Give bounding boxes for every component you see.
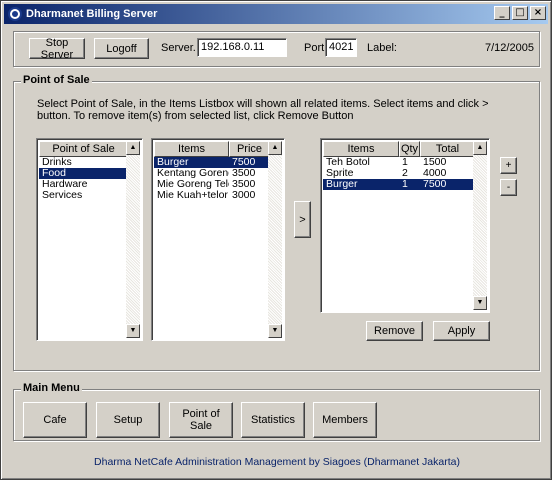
setup-button[interactable]: Setup: [96, 402, 160, 438]
list-cell: Hardware: [42, 179, 88, 190]
selected-rows: Teh Botol 1 1500 Sprite 2 4000 Burger 1 7500: [323, 157, 475, 190]
apply-button[interactable]: Apply: [433, 321, 490, 341]
logoff-button[interactable]: Logoff: [94, 38, 149, 59]
vertical-scrollbar[interactable]: ▲ ▼: [268, 141, 282, 338]
list-cell: Services: [42, 190, 83, 201]
members-button[interactable]: Members: [313, 402, 377, 438]
list-cell: 3500: [232, 168, 256, 179]
app-icon: [8, 7, 22, 21]
list-cell: Sprite: [326, 168, 354, 179]
window-controls: _ □ ×: [494, 6, 546, 20]
list-cell: Teh Botol: [326, 157, 370, 168]
stop-server-button[interactable]: Stop Server: [29, 37, 85, 61]
main-window: Dharmanet Billing Server _ □ × Stop Serv…: [0, 0, 552, 480]
column-header-qty[interactable]: Qty: [399, 141, 420, 157]
vertical-scrollbar[interactable]: ▲ ▼: [126, 141, 140, 338]
list-cell: Mie Goreng Telor: [157, 179, 229, 190]
server-address-field[interactable]: 192.168.0.11: [197, 38, 287, 57]
list-item[interactable]: Burger 1 7500: [323, 179, 475, 190]
list-cell: 1: [402, 179, 408, 190]
list-item[interactable]: Mie Kuah+telor 3000: [154, 190, 270, 201]
list-cell: Food: [42, 168, 66, 179]
scroll-down-arrow-icon[interactable]: ▼: [473, 296, 487, 310]
scroll-down-arrow-icon[interactable]: ▼: [126, 324, 140, 338]
main-menu-title: Main Menu: [21, 382, 82, 394]
column-header-point-of-sale[interactable]: Point of Sale: [39, 141, 128, 157]
list-cell: Burger: [157, 157, 189, 168]
vertical-scrollbar[interactable]: ▲ ▼: [473, 141, 487, 310]
pos-category-list[interactable]: Point of Sale Drinks Food Hardware Services…: [36, 138, 143, 341]
selected-list-header: Items Qty Total: [323, 141, 475, 157]
column-header-items[interactable]: Items: [323, 141, 399, 157]
list-cell: 3000: [232, 190, 256, 201]
port-field[interactable]: 4021: [325, 38, 357, 57]
list-item[interactable]: Teh Botol 1 1500: [323, 157, 475, 168]
list-item[interactable]: Burger 7500: [154, 157, 270, 168]
list-item[interactable]: Hardware: [39, 179, 128, 190]
scroll-up-arrow-icon[interactable]: ▲: [473, 141, 487, 155]
window-title: Dharmanet Billing Server: [26, 8, 158, 20]
column-header-price[interactable]: Price: [229, 141, 270, 157]
list-cell: Drinks: [42, 157, 72, 168]
server-label: Server.: [161, 42, 196, 54]
category-rows: Drinks Food Hardware Services: [39, 157, 128, 201]
maximize-button[interactable]: □: [512, 6, 528, 20]
list-item[interactable]: Drinks: [39, 157, 128, 168]
list-item[interactable]: Kentang Goreng 3500: [154, 168, 270, 179]
items-list-header: Items Price: [154, 141, 270, 157]
list-cell: 3500: [232, 179, 256, 190]
close-button[interactable]: ×: [530, 6, 546, 20]
items-rows: Burger 7500 Kentang Goreng 3500 Mie Goreng T…: [154, 157, 270, 201]
list-item[interactable]: Services: [39, 190, 128, 201]
statistics-button[interactable]: Statistics: [241, 402, 305, 438]
list-cell: 2: [402, 168, 408, 179]
point-of-sale-title: Point of Sale: [21, 74, 92, 86]
category-list-header: Point of Sale: [39, 141, 128, 157]
selected-items-list[interactable]: Items Qty Total Teh Botol 1 1500 Sprite 2 400…: [320, 138, 490, 313]
items-list[interactable]: Items Price Burger 7500 Kentang Goreng 3500…: [151, 138, 285, 341]
cafe-button[interactable]: Cafe: [23, 402, 87, 438]
add-item-button[interactable]: >: [294, 201, 311, 238]
list-item[interactable]: Sprite 2 4000: [323, 168, 475, 179]
minimize-button[interactable]: _: [494, 6, 510, 20]
list-cell: Kentang Goreng: [157, 168, 229, 179]
scroll-down-arrow-icon[interactable]: ▼: [268, 324, 282, 338]
list-cell: 1500: [423, 157, 447, 168]
list-cell: 7500: [232, 157, 256, 168]
increase-qty-button[interactable]: +: [500, 157, 517, 174]
footer-credit: Dharma NetCafe Administration Management…: [94, 456, 460, 468]
decrease-qty-button[interactable]: -: [500, 179, 517, 196]
port-label: Port: [304, 42, 325, 54]
list-cell: 4000: [423, 168, 447, 179]
list-cell: 1: [402, 157, 408, 168]
column-header-total[interactable]: Total: [420, 141, 475, 157]
point-of-sale-button[interactable]: Point of Sale: [169, 402, 233, 438]
date-display: 7/12/2005: [485, 42, 534, 54]
scroll-up-arrow-icon[interactable]: ▲: [126, 141, 140, 155]
column-header-items[interactable]: Items: [154, 141, 229, 157]
list-cell: Mie Kuah+telor: [157, 190, 228, 201]
list-cell: 7500: [423, 179, 447, 190]
instructions-text: Select Point of Sale, in the Items Listb…: [37, 98, 489, 122]
scroll-up-arrow-icon[interactable]: ▲: [268, 141, 282, 155]
label-label: Label:: [367, 42, 397, 54]
list-item[interactable]: Mie Goreng Telor3500: [154, 179, 270, 190]
list-item[interactable]: Food: [39, 168, 128, 179]
list-cell: Burger: [326, 179, 358, 190]
title-bar[interactable]: Dharmanet Billing Server _ □ ×: [4, 4, 548, 24]
remove-button[interactable]: Remove: [366, 321, 423, 341]
